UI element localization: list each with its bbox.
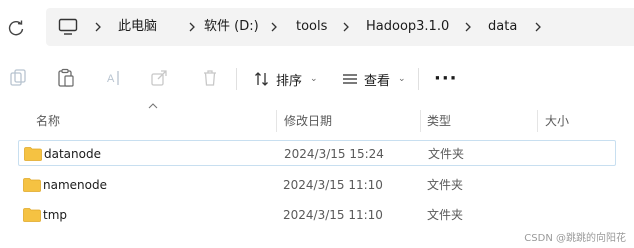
breadcrumb-data[interactable]: data <box>488 8 517 46</box>
file-modified: 2024/3/15 15:24 <box>284 147 384 161</box>
folder-icon <box>23 178 41 192</box>
chevron-right-icon[interactable] <box>92 21 104 33</box>
sort-label: 排序 <box>276 73 303 89</box>
view-label: 查看 <box>364 73 391 89</box>
chevron-right-icon[interactable] <box>532 21 544 33</box>
file-row-tmp[interactable]: tmp 2024/3/15 11:10 文件夹 <box>18 202 616 228</box>
rename-icon[interactable]: A <box>104 68 124 88</box>
watermark-text: CSDN @跳跳的向阳花 <box>524 233 626 244</box>
column-divider[interactable] <box>420 110 421 132</box>
file-type: 文件夹 <box>428 147 465 161</box>
file-row-datanode[interactable]: datanode 2024/3/15 15:24 文件夹 <box>18 140 616 166</box>
column-divider[interactable] <box>537 110 538 132</box>
folder-icon <box>23 208 41 222</box>
file-row-namenode[interactable]: namenode 2024/3/15 11:10 文件夹 <box>18 172 616 198</box>
toolbar-divider <box>236 68 237 90</box>
file-type: 文件夹 <box>427 208 464 222</box>
more-options-button[interactable]: ··· <box>434 68 458 89</box>
breadcrumb-drive-d[interactable]: 软件 (D:) <box>204 8 259 46</box>
share-icon[interactable] <box>150 68 170 88</box>
chevron-right-icon[interactable] <box>268 21 280 33</box>
toolbar-divider <box>418 68 419 90</box>
file-type: 文件夹 <box>427 178 464 192</box>
view-button[interactable]: 查看 ⌄ <box>342 66 406 92</box>
paste-icon[interactable] <box>56 68 76 88</box>
address-area: 此电脑 软件 (D:) tools Hadoop3.1.0 data <box>0 0 634 54</box>
file-name: tmp <box>43 208 68 222</box>
sort-button[interactable]: 排序 ⌄ <box>254 66 318 92</box>
address-bar[interactable]: 此电脑 软件 (D:) tools Hadoop3.1.0 data <box>46 8 634 46</box>
svg-text:A: A <box>107 73 115 85</box>
column-divider[interactable] <box>276 110 277 132</box>
chevron-right-icon[interactable] <box>186 21 198 33</box>
sort-icon <box>255 72 268 86</box>
breadcrumb-tools[interactable]: tools <box>296 8 327 46</box>
column-modified[interactable]: 修改日期 <box>284 108 332 134</box>
file-modified: 2024/3/15 11:10 <box>283 208 383 222</box>
file-name: datanode <box>44 147 101 161</box>
command-bar: A 排序 ⌄ 查看 ⌄ ··· <box>0 58 634 100</box>
chevron-down-icon: ⌄ <box>398 74 406 84</box>
delete-icon[interactable] <box>200 68 220 88</box>
column-type[interactable]: 类型 <box>427 108 451 134</box>
file-modified: 2024/3/15 11:10 <box>283 178 383 192</box>
column-name[interactable]: 名称 <box>36 108 60 134</box>
copy-path-icon[interactable] <box>8 68 28 88</box>
chevron-down-icon: ⌄ <box>310 74 318 84</box>
computer-icon <box>58 18 78 35</box>
column-header: 名称 修改日期 类型 大小 <box>0 108 634 134</box>
column-size[interactable]: 大小 <box>545 108 569 134</box>
folder-icon <box>24 147 42 161</box>
chevron-right-icon[interactable] <box>340 21 352 33</box>
view-list-icon <box>343 74 357 84</box>
refresh-icon[interactable] <box>6 18 26 38</box>
breadcrumb-this-pc[interactable]: 此电脑 <box>118 8 157 46</box>
file-name: namenode <box>43 178 107 192</box>
chevron-right-icon[interactable] <box>462 21 474 33</box>
breadcrumb-hadoop[interactable]: Hadoop3.1.0 <box>366 8 449 46</box>
